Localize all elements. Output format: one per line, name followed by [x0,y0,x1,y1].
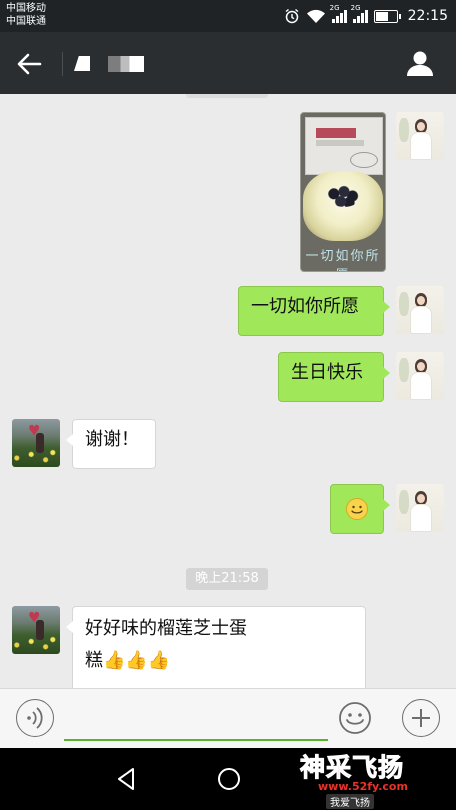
thumbs-up-icons: 👍👍👍 [103,650,171,671]
circle-home-icon [218,768,240,790]
message-timestamp: 晚上21:58 [186,568,268,590]
network-2-label: 2G [350,4,361,12]
message-bubble-outgoing[interactable]: 一切如你所愿 [238,286,390,336]
system-nav-bar: 神采飞扬 www.52fy.com 我爱飞扬 [0,748,456,810]
signal-icon-1: 2G [330,4,347,23]
person-icon [407,51,433,76]
voice-icon [26,706,43,729]
cake-box [305,117,383,175]
chat-area[interactable]: 一切如你所愿 一切如你所愿 生日快乐 ♥ 谢谢！ 晚上21:58 ♥ [0,94,456,688]
contact-name-redacted [74,56,90,71]
message-bubble-outgoing-emoji[interactable] [330,484,390,534]
network-1-label: 2G [329,4,340,12]
message-text-line-2: 糕 [85,650,103,671]
message-input-bar [0,688,456,749]
message-bubble-outgoing[interactable]: 生日快乐 [278,352,390,402]
wifi-icon [306,9,325,23]
back-button[interactable] [14,50,44,78]
header-divider [62,52,63,76]
smile-icon [339,702,371,734]
emoji-button[interactable] [338,701,372,735]
carrier-1-label: 中国移动 [6,3,46,14]
message-text-input[interactable] [64,699,328,741]
cake-berries [327,185,361,207]
message-text: 一切如你所愿 [251,296,359,317]
message-bubble-incoming[interactable]: 好好味的榴莲芝士蛋 糕👍👍👍 [66,606,366,688]
arrow-left-icon [17,53,42,75]
voice-input-button[interactable] [16,699,54,737]
more-functions-button[interactable] [402,699,440,737]
my-avatar[interactable] [396,352,444,400]
contact-info-button[interactable] [406,49,434,77]
contact-avatar[interactable]: ♥ [12,419,60,467]
status-icons: 2G 2G 22:15 [284,4,448,26]
message-text-line-1: 好好味的榴莲芝士蛋 [85,618,247,639]
cake-image-message[interactable]: 一切如你所愿 [300,112,386,272]
watermark-title: 神采飞扬 [299,753,405,783]
message-bubble-incoming[interactable]: 谢谢！ [66,419,156,469]
my-avatar[interactable] [396,286,444,334]
smile-emoji-icon [346,498,368,520]
contact-name-redacted-2 [108,56,144,72]
clock: 22:15 [407,8,448,24]
message-text: 谢谢！ [85,429,139,450]
alarm-icon [285,8,299,24]
scrolled-timestamp-edge [186,94,268,98]
watermark-url: www.52fy.com [318,780,408,793]
watermark-subtitle: 我爱飞扬 [326,794,374,809]
nav-home-button[interactable] [214,764,244,794]
my-avatar[interactable] [396,484,444,532]
chat-header [0,32,456,94]
triangle-back-icon [118,768,134,790]
status-bar: 中国移动 中国联通 2G 2G 22:15 [0,0,456,32]
carrier-2-label: 中国联通 [6,16,46,27]
cake-image-caption: 一切如你所愿 [305,249,381,271]
battery-icon [373,9,401,23]
contact-avatar[interactable]: ♥ [12,606,60,654]
my-avatar[interactable] [396,112,444,160]
plus-icon [411,708,430,727]
message-text: 生日快乐 [291,362,363,383]
nav-back-button[interactable] [112,764,142,794]
signal-icon-2: 2G [351,4,368,23]
